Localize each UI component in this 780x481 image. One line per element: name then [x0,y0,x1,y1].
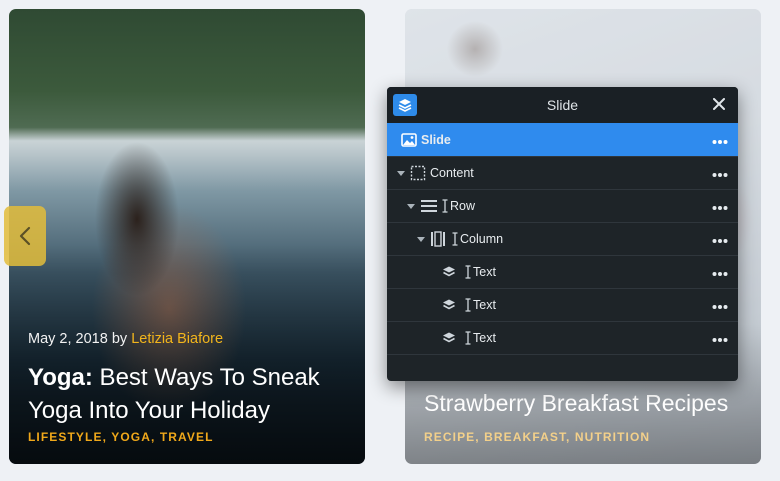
layer-label: Text [473,331,496,345]
more-options-icon[interactable] [712,332,728,346]
caret-down-icon[interactable] [407,203,415,209]
carousel-prev-button[interactable] [4,206,46,266]
panel-empty-area [387,354,738,381]
layers-icon [442,331,456,345]
layer-label: Text [473,298,496,312]
more-options-icon[interactable] [712,200,728,214]
panel-title: Slide [546,97,579,113]
layers-logo-icon [393,94,417,116]
post-author-link[interactable]: Letizia Biafore [131,331,223,347]
post-tags[interactable]: RECIPE, BREAKFAST, NUTRITION [424,430,650,444]
layer-row-text[interactable]: Text [387,321,738,354]
more-options-icon[interactable] [712,299,728,313]
panel-header: Slide [387,87,738,123]
row-icon [420,199,438,213]
text-cursor-icon [465,265,471,279]
layer-row-text[interactable]: Text [387,288,738,321]
layer-row-column[interactable]: Column [387,222,738,255]
layers-icon [442,298,456,312]
layer-row-text[interactable]: Text [387,255,738,288]
layer-row-content[interactable]: Content [387,156,738,189]
dashed-box-icon [410,165,426,181]
text-cursor-icon [442,199,448,213]
layer-label: Row [450,199,476,213]
chevron-left-icon [18,226,32,246]
image-icon [401,133,417,147]
post-tags[interactable]: LIFESTYLE, YOGA, TRAVEL [28,430,214,444]
layer-label: Text [473,265,496,279]
layer-label: Column [460,232,504,246]
post-title[interactable]: Yoga: Best Ways To Sneak Yoga Into Your … [28,361,358,427]
layers-icon [442,265,456,279]
layer-row-slide[interactable]: Slide [387,123,738,156]
text-cursor-icon [465,331,471,345]
post-title[interactable]: Strawberry Breakfast Recipes [424,387,754,420]
post-title-bold: Yoga: [28,364,93,391]
text-cursor-icon [452,232,458,246]
more-options-icon[interactable] [712,167,728,181]
column-icon [430,231,446,247]
more-options-icon[interactable] [712,233,728,247]
layer-row-row[interactable]: Row [387,189,738,222]
close-icon[interactable] [710,95,728,113]
more-options-icon[interactable] [712,266,728,280]
more-options-icon[interactable] [712,134,728,148]
caret-down-icon[interactable] [397,170,405,176]
slide-navigator-panel: Slide Slide Content Row Column Text Text… [387,87,738,381]
post-date: May 2, 2018 by [28,331,128,347]
caret-down-icon[interactable] [417,236,425,242]
post-meta: May 2, 2018 by Letizia Biafore [28,331,223,347]
layer-label: Slide [421,133,451,147]
post-card-yoga[interactable]: May 2, 2018 by Letizia Biafore Yoga: Bes… [9,9,365,464]
layer-label: Content [430,166,474,180]
text-cursor-icon [465,298,471,312]
